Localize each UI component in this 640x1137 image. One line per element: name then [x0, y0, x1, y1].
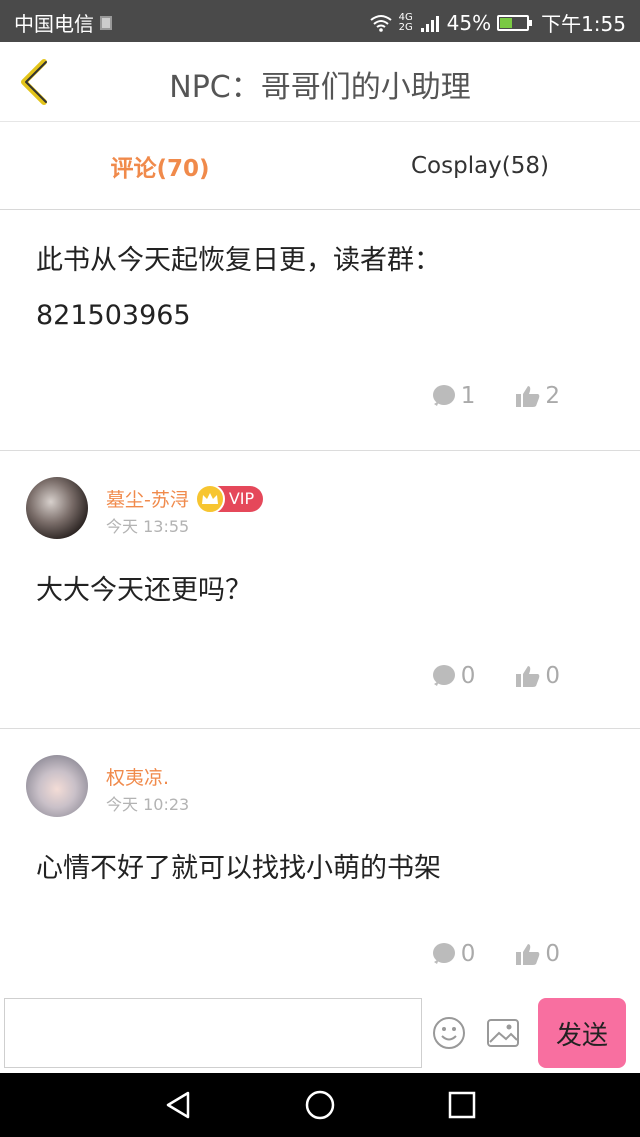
comment-time: 今天 13:55	[106, 517, 190, 536]
image-button[interactable]	[486, 1018, 520, 1048]
triangle-back-icon	[166, 1091, 190, 1119]
like-count: 0	[545, 663, 560, 689]
nav-back-button[interactable]	[162, 1089, 194, 1121]
comment-stats: 0 0	[431, 941, 560, 967]
username: 权夷凉.	[106, 767, 170, 789]
battery-fill	[500, 17, 512, 28]
thumbs-up-icon	[516, 666, 540, 687]
circle-home-icon	[305, 1090, 335, 1120]
like-count: 0	[545, 941, 560, 967]
wifi-icon	[370, 14, 392, 32]
tab-comments[interactable]: 评论(70)	[0, 122, 320, 209]
app-header: NPC：哥哥们的小助理	[0, 42, 640, 122]
avatar[interactable]	[26, 477, 88, 539]
thumbs-up-icon	[516, 944, 540, 965]
nav-home-button[interactable]	[304, 1089, 336, 1121]
page-title: NPC：哥哥们的小助理	[169, 70, 471, 105]
status-bar: 中国电信 4G 2G 45% 下午1:55	[0, 0, 640, 42]
nav-recents-button[interactable]	[446, 1089, 478, 1121]
reply-count-button[interactable]: 1	[431, 383, 476, 409]
system-nav-bar	[0, 1073, 640, 1137]
chat-bubble-icon	[432, 385, 455, 406]
post-stats: 1 2	[431, 383, 560, 409]
reply-count: 1	[460, 383, 476, 409]
status-bar-right: 4G 2G 45% 下午1:55	[369, 8, 626, 37]
reply-count: 0	[460, 663, 476, 689]
carrier-label: 中国电信	[14, 12, 94, 36]
image-icon	[487, 1019, 519, 1047]
post-text-line2: 821503965	[36, 300, 191, 331]
like-button[interactable]: 2	[515, 383, 560, 409]
comment-input[interactable]	[4, 998, 422, 1068]
avatar[interactable]	[26, 755, 88, 817]
comment-input-bar: 发送	[0, 992, 640, 1072]
like-count: 2	[545, 383, 560, 409]
comment-list[interactable]: 此书从今天起恢复日更，读者群： 821503965 1 2 墓尘-苏浔 VIP …	[0, 211, 640, 991]
announcement-post: 此书从今天起恢复日更，读者群： 821503965 1 2	[0, 211, 640, 451]
status-bar-left: 中国电信	[14, 8, 112, 37]
smiley-icon	[433, 1017, 465, 1049]
thumbs-up-icon	[516, 386, 540, 407]
signal-icon	[420, 15, 439, 32]
comment-user[interactable]: 墓尘-苏浔 VIP	[106, 483, 264, 514]
comment-time: 今天 10:23	[106, 795, 190, 814]
tab-bar: 评论(70) Cosplay(58)	[0, 122, 640, 210]
tab-cosplay[interactable]: Cosplay(58)	[320, 122, 640, 209]
network-label: 4G 2G	[398, 11, 413, 33]
comment-text: 心情不好了就可以找找小萌的书架	[36, 853, 441, 884]
reply-count-button[interactable]: 0	[431, 941, 476, 967]
square-recents-icon	[448, 1091, 476, 1119]
comment-item: 权夷凉. 今天 10:23 心情不好了就可以找找小萌的书架 0 0	[0, 729, 640, 991]
chat-bubble-icon	[432, 665, 455, 686]
sim-icon	[100, 15, 112, 30]
reply-count: 0	[460, 941, 476, 967]
battery-icon	[497, 14, 533, 31]
comment-text: 大大今天还更吗？	[36, 575, 252, 606]
post-text-line1: 此书从今天起恢复日更，读者群：	[36, 245, 441, 276]
send-button[interactable]: 发送	[538, 998, 626, 1068]
reply-count-button[interactable]: 0	[431, 663, 476, 689]
clock: 下午1:55	[541, 12, 626, 36]
like-button[interactable]: 0	[515, 663, 560, 689]
chat-bubble-icon	[432, 943, 455, 964]
comment-item: 墓尘-苏浔 VIP 今天 13:55 大大今天还更吗？ 0 0	[0, 451, 640, 729]
comment-user[interactable]: 权夷凉.	[106, 763, 169, 790]
username: 墓尘-苏浔	[106, 489, 189, 511]
vip-label: VIP	[228, 489, 255, 508]
battery-percent: 45%	[446, 10, 492, 35]
post-text: 此书从今天起恢复日更，读者群： 821503965	[0, 211, 640, 343]
comment-stats: 0 0	[431, 663, 560, 689]
crown-icon	[194, 483, 225, 514]
emoji-button[interactable]	[432, 1016, 466, 1050]
like-button[interactable]: 0	[515, 941, 560, 967]
vip-badge: VIP	[194, 483, 264, 514]
